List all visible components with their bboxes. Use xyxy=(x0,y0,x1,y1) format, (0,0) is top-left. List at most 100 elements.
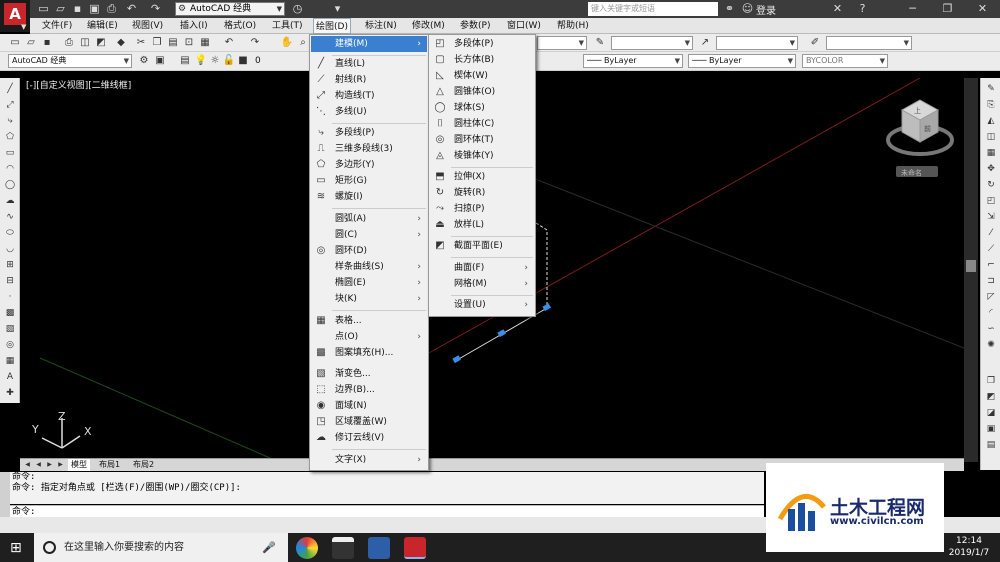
menu-item-cone[interactable]: △ 圆锥体(O) xyxy=(430,84,534,100)
print-icon[interactable]: ⎙ xyxy=(62,36,76,50)
menu-item-sweep[interactable]: ⤳ 扫掠(P) xyxy=(430,201,534,217)
menu-item-polysolid[interactable]: ◰ 多段体(P) xyxy=(430,36,534,52)
insert-block-icon[interactable]: ⊞ xyxy=(3,258,17,272)
taskbar-search[interactable]: 在这里输入你要搜索的内容 🎤 xyxy=(34,533,288,562)
workspace-dropdown[interactable]: ⚙ AutoCAD 经典 ▼ xyxy=(175,2,285,16)
linetype-combo[interactable]: ─── ByLayer ▼ xyxy=(583,54,683,68)
autocad-taskbar-icon[interactable] xyxy=(404,537,426,559)
menu-item-polygon[interactable]: ⬠ 多边形(Y) xyxy=(311,157,427,173)
zoom-icon[interactable]: ⌕ xyxy=(296,36,310,50)
menu-insert[interactable]: 插入(I) xyxy=(178,18,210,34)
redo-icon[interactable]: ↷ xyxy=(148,1,163,16)
menu-edit[interactable]: 编辑(E) xyxy=(85,18,120,34)
last-tab-icon[interactable]: ▶ xyxy=(56,460,65,470)
lightbulb-icon[interactable]: 💡 xyxy=(194,54,208,68)
line-icon[interactable]: ╱ xyxy=(3,82,17,96)
tab-layout1[interactable]: 布局1 xyxy=(96,459,123,471)
windows-start-icon[interactable]: ⊞ xyxy=(10,540,22,556)
menu-file[interactable]: 文件(F) xyxy=(40,18,74,34)
menu-item-pyramid[interactable]: ◬ 棱锥体(Y) xyxy=(430,148,534,164)
brush-icon[interactable]: ✐ xyxy=(808,36,822,50)
user-icon[interactable]: ☺ xyxy=(740,1,755,16)
pan-icon[interactable]: ✋ xyxy=(280,36,294,50)
viewcube[interactable]: 上 前 未命名 xyxy=(884,96,956,182)
arc-icon[interactable]: ◠ xyxy=(3,162,17,176)
command-grip[interactable] xyxy=(0,472,10,518)
tab-model[interactable]: 模型 xyxy=(68,459,90,471)
minimize-icon[interactable]: ─ xyxy=(905,1,920,16)
menu-dimension[interactable]: 标注(N) xyxy=(363,18,399,34)
layer-name[interactable]: 0 xyxy=(255,56,261,66)
menu-item-region[interactable]: ◉ 面域(N) xyxy=(311,398,427,414)
menu-item-point[interactable]: 点(O) › xyxy=(311,329,427,345)
tab-layout2[interactable]: 布局2 xyxy=(130,459,157,471)
tablestyle-icon[interactable]: ✎ xyxy=(593,36,607,50)
menu-item-3d-polyline[interactable]: ⎍ 三维多段线(3) xyxy=(311,141,427,157)
menu-item-sphere[interactable]: ◯ 球体(S) xyxy=(430,100,534,116)
polyline-icon[interactable]: ⤷ xyxy=(3,114,17,128)
menu-item-revcloud[interactable]: ☁ 修订云线(V) xyxy=(311,430,427,446)
construction-line-icon[interactable]: ⤢ xyxy=(3,98,17,112)
video-app-icon[interactable] xyxy=(332,537,354,559)
menu-item-loft[interactable]: ⏏ 放样(L) xyxy=(430,217,534,233)
menu-item-hatch[interactable]: ▩ 图案填充(H)... xyxy=(311,345,427,361)
revcloud-icon[interactable]: ☁ xyxy=(3,194,17,208)
ellipse-arc-icon[interactable]: ◡ xyxy=(3,242,17,256)
save-icon[interactable]: ▪ xyxy=(70,1,85,16)
copy-icon[interactable]: ⎘ xyxy=(984,98,998,112)
array-icon[interactable]: ▦ xyxy=(984,146,998,160)
clock-icon[interactable]: ◷ xyxy=(290,1,305,16)
drawing-order-icon[interactable]: ❐ xyxy=(984,374,998,388)
exchange-icon[interactable]: ✕ xyxy=(830,1,845,16)
new-icon[interactable]: ▭ xyxy=(8,36,22,50)
login-link[interactable]: 登录 xyxy=(756,2,776,17)
menu-item-table[interactable]: ▦ 表格... xyxy=(311,313,427,329)
scale-icon[interactable]: ◰ xyxy=(984,194,998,208)
menu-item-text[interactable]: 文字(X) › xyxy=(311,452,427,468)
polygon-icon[interactable]: ⬠ xyxy=(3,130,17,144)
menu-item-mesh[interactable]: 网格(M) › xyxy=(430,276,534,292)
style-combo[interactable]: ▼ xyxy=(611,36,693,50)
menu-item-polyline[interactable]: ⤷ 多段线(P) xyxy=(311,125,427,141)
chamfer-icon[interactable]: ◸ xyxy=(984,290,998,304)
3dprint-icon[interactable]: ◆ xyxy=(114,36,128,50)
microphone-icon[interactable]: 🎤 xyxy=(262,533,276,562)
menu-item-circle[interactable]: 圆(C) › xyxy=(311,227,427,243)
restore-icon[interactable]: ❐ xyxy=(940,1,955,16)
rotate-icon[interactable]: ↻ xyxy=(984,178,998,192)
menu-item-multiline[interactable]: ⋱ 多线(U) xyxy=(311,104,427,120)
close-icon[interactable]: ✕ xyxy=(975,1,990,16)
hatch-back-icon[interactable]: ▤ xyxy=(984,438,998,452)
blend-icon[interactable]: ∽ xyxy=(984,322,998,336)
visual-style-combo[interactable]: ▼ xyxy=(826,36,912,50)
mleaderstyle-combo[interactable]: ▼ xyxy=(716,36,798,50)
ellipse-icon[interactable]: ⬭ xyxy=(3,226,17,240)
menu-item-gradient[interactable]: ▧ 渐变色... xyxy=(311,366,427,382)
spline-icon[interactable]: ∿ xyxy=(3,210,17,224)
menu-item-helix[interactable]: ≋ 螺旋(I) xyxy=(311,189,427,205)
copy-icon[interactable]: ❐ xyxy=(150,36,164,50)
search-input[interactable]: 键入关键字或短语 xyxy=(588,2,718,16)
menu-item-extrude[interactable]: ⬒ 拉伸(X) xyxy=(430,169,534,185)
explode-icon[interactable]: ✺ xyxy=(984,338,998,352)
table-icon[interactable]: ▦ xyxy=(3,354,17,368)
preview-icon[interactable]: ◫ xyxy=(78,36,92,50)
offset-icon[interactable]: ◫ xyxy=(984,130,998,144)
mirror-icon[interactable]: ◭ xyxy=(984,114,998,128)
menu-window[interactable]: 窗口(W) xyxy=(505,18,543,34)
menu-item-cylinder[interactable]: ⌷ 圆柱体(C) xyxy=(430,116,534,132)
app-menu-button[interactable]: A ▼ xyxy=(0,0,30,32)
menu-item-modeling[interactable]: 建模(M) › xyxy=(311,36,427,52)
undo-icon[interactable]: ↶ xyxy=(124,1,139,16)
make-block-icon[interactable]: ⊟ xyxy=(3,274,17,288)
menu-item-arc[interactable]: 圆弧(A) › xyxy=(311,211,427,227)
paste-icon[interactable]: ▤ xyxy=(166,36,180,50)
menu-item-rectangle[interactable]: ▭ 矩形(G) xyxy=(311,173,427,189)
help-icon[interactable]: ? xyxy=(855,1,870,16)
layer-properties-icon[interactable]: ▤ xyxy=(178,54,192,68)
text-front-icon[interactable]: ▣ xyxy=(984,422,998,436)
circle-icon[interactable]: ◯ xyxy=(3,178,17,192)
menu-item-wedge[interactable]: ◺ 楔体(W) xyxy=(430,68,534,84)
join-icon[interactable]: ⊐ xyxy=(984,274,998,288)
break-icon[interactable]: ⌐ xyxy=(984,258,998,272)
